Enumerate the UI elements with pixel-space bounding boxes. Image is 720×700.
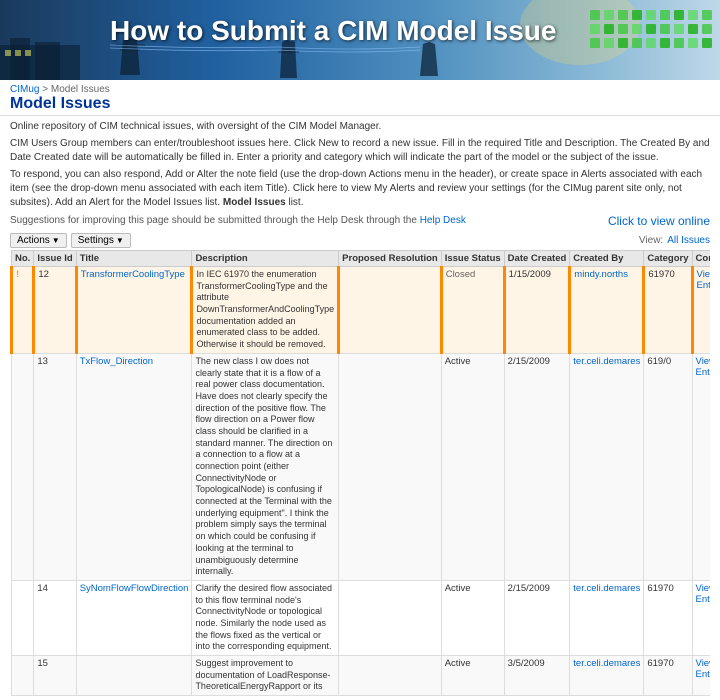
col-header-description: Description [192,251,339,267]
col-header-no: No. [12,251,34,267]
issue-title-link[interactable]: SyNomFlowFlowDirection [80,583,189,594]
comments-link[interactable]: View Entries... [696,356,710,378]
cell-category: 61970 [644,267,692,354]
issues-table: No. Issue Id Title Description Proposed … [10,250,710,696]
table-row: 13 TxFlow_Direction The new class I ow d… [12,353,711,580]
table-row: 15 Suggest improvement to documentation … [12,656,711,696]
page-subtitle: Model Issues [10,95,710,113]
cell-title[interactable]: TransformerCoolingType [76,267,192,354]
actions-button[interactable]: Actions ▼ [10,233,67,248]
view-online-link[interactable]: Click to view online [608,214,710,228]
cell-issue-id: 14 [34,580,76,655]
page-main-title: How to Submit a CIM Model Issue [110,15,560,47]
created-by-link[interactable]: ter.celi.demares [573,658,640,669]
cell-comments[interactable]: View Entries... [692,353,710,580]
cell-date: 3/5/2009 [504,656,570,696]
issue-title-link[interactable]: TxFlow_Direction [80,356,153,367]
breadcrumb: CIMug > Model Issues [10,84,710,95]
cell-proposed [339,580,442,655]
cell-description: In IEC 61970 the enumeration Transformer… [192,267,339,354]
cell-proposed [339,267,442,354]
cell-comments[interactable]: View Entries... [692,580,710,655]
cell-date: 2/15/2009 [504,353,570,580]
settings-label: Settings [78,235,114,246]
cell-title[interactable] [76,656,192,696]
col-header-issue-id: Issue Id [34,251,76,267]
col-header-status: Issue Status [441,251,504,267]
created-by-link[interactable]: ter.celi.demares [573,356,640,367]
cell-created-by: ter.celi.demares [570,353,644,580]
cell-comments[interactable]: View Entries... [692,267,710,354]
cell-no: ! [12,267,34,354]
cell-proposed [339,656,442,696]
content-area: Online repository of CIM technical issue… [0,116,720,700]
comments-link[interactable]: View Entries... [696,658,710,680]
suggestions-text: Suggestions for improving this page shou… [10,215,466,226]
page-description: Online repository of CIM technical issue… [10,120,710,134]
actions-label: Actions [17,235,50,246]
cell-status: Active [441,656,504,696]
table-row: ! 12 TransformerCoolingType In IEC 61970… [12,267,711,354]
filter-label: View: [639,235,663,246]
cell-category: 61970 [644,580,692,655]
cell-issue-id: 15 [34,656,76,696]
breadcrumb-current: Model Issues [51,84,110,95]
cell-date: 2/15/2009 [504,580,570,655]
breadcrumb-parent[interactable]: CIMug [10,84,39,95]
cell-category: 619/0 [644,353,692,580]
created-by-link[interactable]: ter.celi.demares [573,583,640,594]
cell-created-by: ter.celi.demares [570,580,644,655]
settings-arrow-icon: ▼ [116,236,124,245]
cell-comments[interactable]: View Entries... [692,656,710,696]
cell-description: Suggest improvement to documentation of … [192,656,339,696]
view-online-row: Click to view online [608,214,710,228]
col-header-title: Title [76,251,192,267]
cell-issue-id: 12 [34,267,76,354]
col-header-created-by: Created By [570,251,644,267]
cell-no [12,656,34,696]
cell-proposed [339,353,442,580]
issue-title-link[interactable]: TransformerCoolingType [81,269,185,280]
created-by-link[interactable]: mindy.norths [574,269,628,280]
table-row: 14 SyNomFlowFlowDirection Clarify the de… [12,580,711,655]
cell-status: Active [441,353,504,580]
cell-no [12,580,34,655]
actions-arrow-icon: ▼ [52,236,60,245]
col-header-comments: Comments [692,251,710,267]
cell-title[interactable]: TxFlow_Direction [76,353,192,580]
col-header-category: Category [644,251,692,267]
issues-table-wrapper: No. Issue Id Title Description Proposed … [10,250,710,696]
cell-category: 61970 [644,656,692,696]
page-instructions: To respond, you can also respond, Add or… [10,168,710,210]
cell-created-by: mindy.norths [570,267,644,354]
header-banner: How to Submit a CIM Model Issue [0,0,720,80]
settings-button[interactable]: Settings ▼ [71,233,131,248]
all-issues-filter-link[interactable]: All Issues [667,235,710,246]
cell-created-by: ter.celi.demares [570,656,644,696]
comments-link[interactable]: View Entries... [696,583,710,605]
col-header-date: Date Created [504,251,570,267]
cell-status: Closed [441,267,504,354]
model-issues-bold: Model Issues [223,197,286,208]
cell-description: The new class I ow does not clearly stat… [192,353,339,580]
help-desk-link[interactable]: Help Desk [420,215,466,226]
comments-link[interactable]: View Entries... [697,269,710,291]
breadcrumb-separator: > [42,84,51,95]
col-header-proposed: Proposed Resolution [339,251,442,267]
cell-title[interactable]: SyNomFlowFlowDirection [76,580,192,655]
cell-description: Clarify the desired flow associated to t… [192,580,339,655]
page-long-description: CIM Users Group members can enter/troubl… [10,137,710,165]
title-section: CIMug > Model Issues Model Issues [0,80,720,116]
cell-status: Active [441,580,504,655]
cell-issue-id: 13 [34,353,76,580]
cell-date: 1/15/2009 [504,267,570,354]
toolbar: Actions ▼ Settings ▼ View: All Issues [10,233,710,248]
cell-no [12,353,34,580]
